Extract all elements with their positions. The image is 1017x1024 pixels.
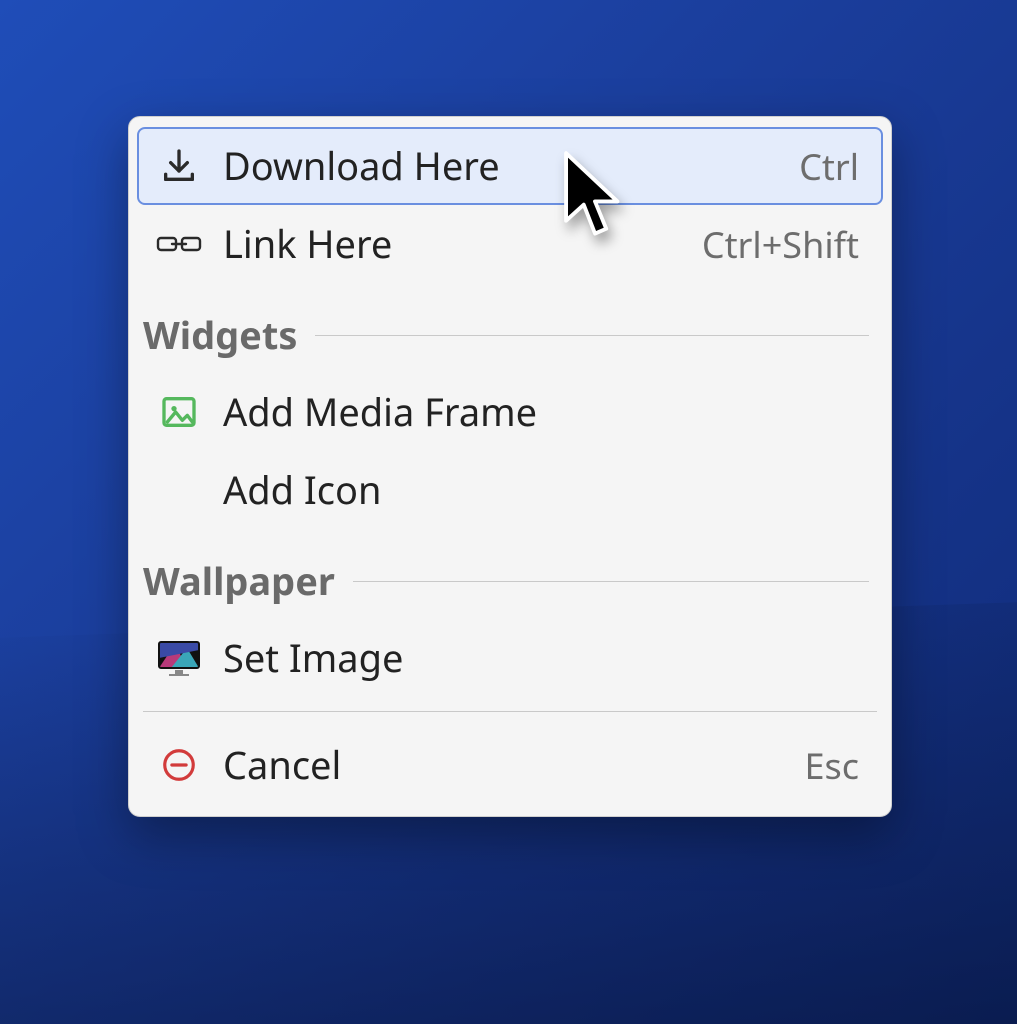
menu-item-label: Download Here: [223, 140, 500, 192]
context-menu: Download Here Ctrl Link Here Ctrl+Shift …: [128, 116, 892, 817]
menu-item-set-image[interactable]: Set Image: [137, 619, 883, 697]
media-frame-icon: [155, 392, 203, 432]
menu-separator: [143, 711, 877, 712]
menu-item-label: Cancel: [223, 739, 341, 791]
menu-item-download-here[interactable]: Download Here Ctrl: [137, 127, 883, 205]
menu-item-label: Link Here: [223, 218, 392, 270]
link-icon: [155, 229, 203, 259]
download-icon: [155, 146, 203, 186]
cancel-icon: [155, 746, 203, 784]
section-title: Wallpaper: [143, 555, 335, 607]
menu-item-label: Add Media Frame: [223, 386, 537, 438]
menu-item-link-here[interactable]: Link Here Ctrl+Shift: [137, 205, 883, 283]
section-header-widgets: Widgets: [137, 283, 883, 373]
section-header-wallpaper: Wallpaper: [137, 529, 883, 619]
menu-item-label: Add Icon: [223, 464, 382, 516]
menu-item-label: Set Image: [223, 632, 403, 684]
menu-item-add-media-frame[interactable]: Add Media Frame: [137, 373, 883, 451]
section-rule: [353, 581, 869, 582]
menu-item-shortcut: Esc: [804, 741, 859, 790]
menu-item-add-icon[interactable]: Add Icon: [137, 451, 883, 529]
menu-item-cancel[interactable]: Cancel Esc: [137, 726, 883, 804]
section-title: Widgets: [143, 309, 297, 361]
menu-item-shortcut: Ctrl: [799, 142, 859, 191]
menu-item-shortcut: Ctrl+Shift: [702, 220, 859, 269]
section-rule: [315, 335, 869, 336]
monitor-wallpaper-icon: [155, 638, 203, 678]
